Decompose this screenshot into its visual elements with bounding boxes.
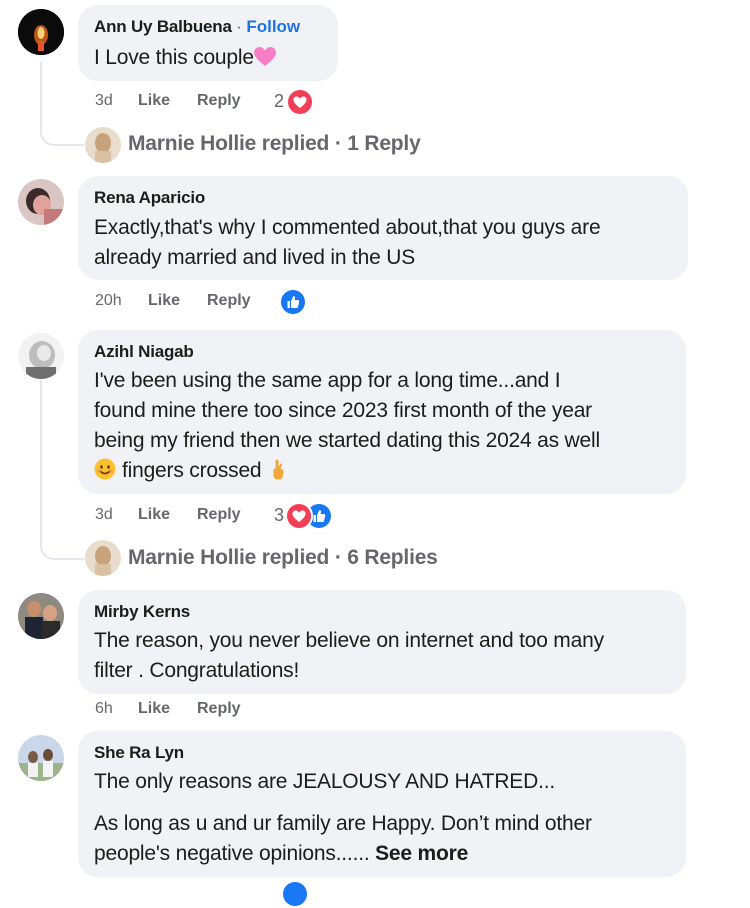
smiling-face-emoji-icon [94,458,116,489]
comment-text-line: The reason, you never believe on interne… [94,629,604,652]
avatar[interactable] [18,9,64,55]
reply-button[interactable]: Reply [197,700,241,718]
comment-timestamp[interactable]: 20h [95,292,122,310]
comment-author[interactable]: Ann Uy Balbuena [94,17,232,36]
comment-bubble: Mirby Kerns The reason, you never believ… [78,590,686,694]
avatar[interactable] [18,593,64,639]
comment-author[interactable]: She Ra Lyn [94,743,184,763]
comment-author[interactable]: Mirby Kerns [94,602,190,622]
comment-text-line: The only reasons are JEALOUSY AND HATRED… [94,770,555,793]
comment-timestamp[interactable]: 6h [95,700,113,718]
comment-text-line: found mine there too since 2023 first mo… [94,399,592,422]
comment-text-line: I've been using the same app for a long … [94,369,561,392]
reaction-count[interactable]: 2 [274,91,284,112]
pink-heart-emoji-icon [253,46,276,76]
comment-bubble: Rena Aparicio Exactly,that's why I comme… [78,176,688,280]
replies-link[interactable]: Marnie Hollie replied · 6 Replies [128,546,438,570]
like-button[interactable]: Like [138,92,170,110]
comment-text-line: already married and lived in the US [94,246,416,269]
avatar[interactable] [18,179,64,225]
avatar[interactable] [18,735,64,781]
reply-button[interactable]: Reply [197,506,241,524]
thread-connector [40,62,84,146]
comment-author[interactable]: Rena Aparicio [94,188,205,208]
comment-text-line: As long as u and ur family are Happy. Do… [94,812,592,835]
comment-text-line: filter . Congratulations! [94,659,300,682]
avatar[interactable] [18,333,64,379]
comment-author[interactable]: Azihl Niagab [94,342,194,362]
like-reaction-icon[interactable] [279,288,307,316]
follow-button[interactable]: Follow [246,17,300,36]
comment-bubble: She Ra Lyn The only reasons are JEALOUSY… [78,731,686,877]
separator: · [236,17,242,36]
comment-text-line: people's negative opinions...... [94,842,370,865]
comment-text-line: fingers crossed [122,459,262,482]
replies-link[interactable]: Marnie Hollie replied · 1 Reply [128,132,421,156]
comment-bubble: Ann Uy Balbuena · Follow I Love this cou… [78,5,338,81]
comment-text-line: being my friend then we started dating t… [94,429,600,452]
comment-timestamp[interactable]: 3d [95,506,113,524]
comment-bubble: Azihl Niagab I've been using the same ap… [78,330,686,494]
like-reaction-icon[interactable] [281,880,309,908]
like-button[interactable]: Like [148,292,180,310]
avatar[interactable] [85,540,121,576]
reply-button[interactable]: Reply [207,292,251,310]
reaction-count[interactable]: 3 [274,505,284,526]
love-reaction-icon[interactable] [285,502,313,530]
reply-button[interactable]: Reply [197,92,241,110]
avatar[interactable] [85,127,121,163]
like-button[interactable]: Like [138,506,170,524]
crossed-fingers-emoji-icon [271,458,287,489]
see-more-link[interactable]: See more [375,842,468,865]
comment-text: I Love this couple [94,46,254,69]
thread-connector [40,380,84,560]
comment-timestamp[interactable]: 3d [95,92,113,110]
love-reaction-icon[interactable] [286,88,314,116]
comment-text-line: Exactly,that's why I commented about,tha… [94,216,601,239]
like-button[interactable]: Like [138,700,170,718]
